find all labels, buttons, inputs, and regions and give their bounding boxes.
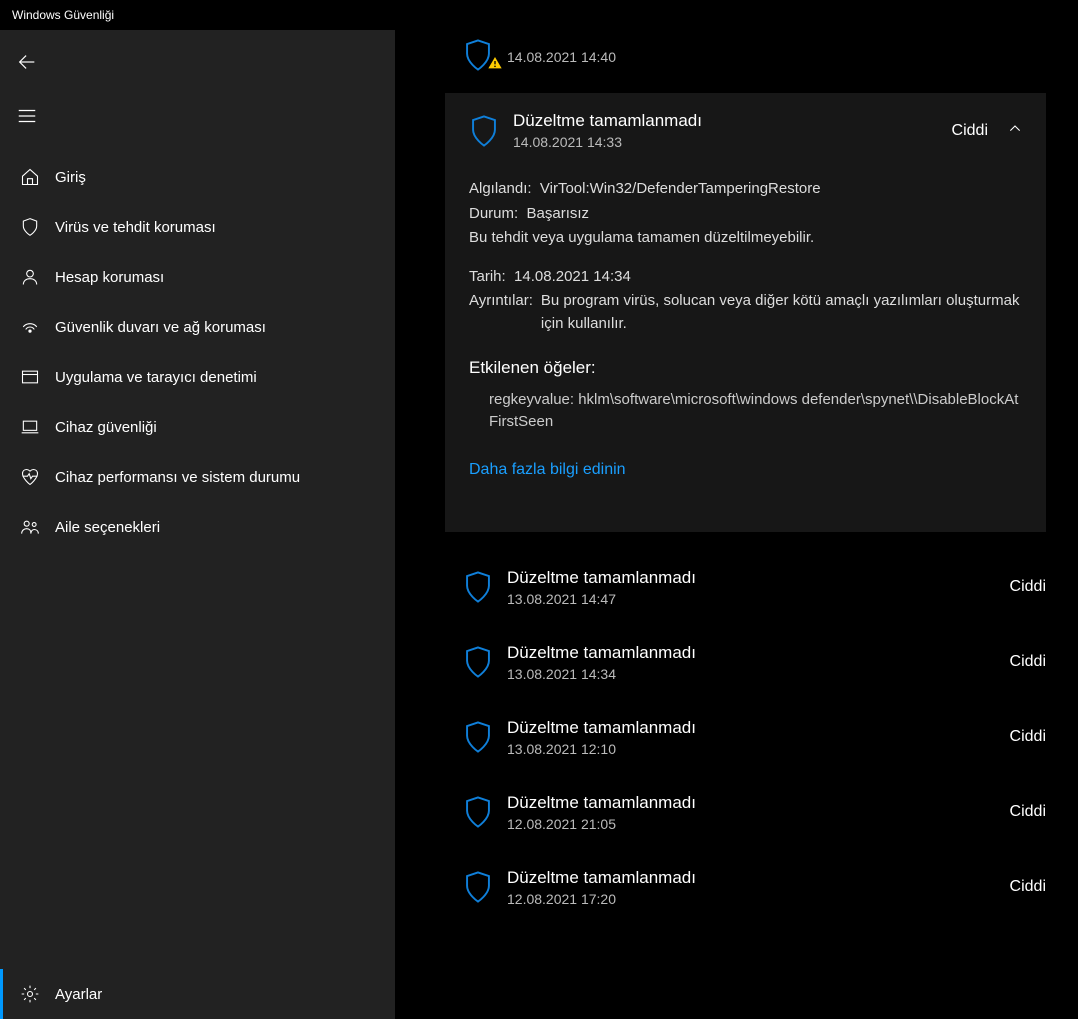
learn-more-link[interactable]: Daha fazla bilgi edinin: [469, 458, 626, 482]
threat-date: 13.08.2021 14:34: [507, 666, 1010, 682]
nav-label: Aile seçenekleri: [55, 519, 160, 536]
status-label: Durum:: [469, 205, 518, 222]
threat-title: Düzeltme tamamlanmadı: [507, 568, 1010, 588]
back-button[interactable]: [3, 40, 51, 88]
window-icon: [15, 367, 45, 387]
threat-date: 12.08.2021 21:05: [507, 816, 1010, 832]
shield-icon: [457, 570, 499, 604]
collapse-button[interactable]: [1006, 120, 1024, 141]
person-icon: [15, 267, 45, 287]
shield-icon: [15, 217, 45, 237]
nav-settings[interactable]: Ayarlar: [0, 969, 395, 1019]
threat-note: Bu tehdit veya uygulama tamamen düzeltil…: [469, 227, 1024, 250]
threat-date: 12.08.2021 17:20: [507, 891, 1010, 907]
threat-expanded-card: Düzeltme tamamlanmadı 14.08.2021 14:33 C…: [445, 93, 1046, 532]
threat-title: Düzeltme tamamlanmadı: [507, 793, 1010, 813]
affected-title: Etkilenen öğeler:: [469, 355, 1024, 381]
threat-severity: Ciddi: [952, 122, 988, 140]
chevron-up-icon: [1007, 120, 1023, 141]
status-value: Başarısız: [527, 205, 590, 222]
shield-warning-icon: [457, 38, 499, 72]
hamburger-button[interactable]: [3, 94, 51, 142]
nav-firewall[interactable]: Güvenlik duvarı ve ağ koruması: [0, 302, 395, 352]
threat-date: 13.08.2021 12:10: [507, 741, 1010, 757]
threat-severity: Ciddi: [1010, 653, 1046, 671]
threat-severity: Ciddi: [1010, 878, 1046, 896]
detected-value: VirTool:Win32/DefenderTamperingRestore: [540, 180, 821, 197]
nav-device-health[interactable]: Cihaz performansı ve sistem durumu: [0, 452, 395, 502]
threat-row[interactable]: Düzeltme tamamlanmadı 13.08.2021 12:10Cid…: [445, 700, 1046, 775]
detected-label: Algılandı:: [469, 180, 532, 197]
threat-row[interactable]: Düzeltme tamamlanmadı 12.08.2021 17:20Cid…: [445, 850, 1046, 925]
threat-severity: Ciddi: [1010, 803, 1046, 821]
nav-list: Giriş Virüs ve tehdit koruması Hesap kor…: [0, 152, 395, 552]
threat-row[interactable]: Düzeltme tamamlanmadı 13.08.2021 14:34Cid…: [445, 625, 1046, 700]
threat-severity: Ciddi: [1010, 578, 1046, 596]
nav-label: Cihaz güvenliği: [55, 419, 157, 436]
threat-severity: Ciddi: [1010, 728, 1046, 746]
threat-title: Düzeltme tamamlanmadı: [507, 643, 1010, 663]
shield-icon: [457, 870, 499, 904]
hamburger-icon: [16, 105, 38, 132]
laptop-icon: [15, 417, 45, 437]
shield-icon: [457, 720, 499, 754]
window-title: Windows Güvenliği: [12, 8, 114, 22]
shield-icon: [457, 795, 499, 829]
nav-device-security[interactable]: Cihaz güvenliği: [0, 402, 395, 452]
threat-row[interactable]: Düzeltme tamamlanmadı 13.08.2021 14:47Cid…: [445, 550, 1046, 625]
gear-icon: [15, 984, 45, 1004]
threat-date: 14.08.2021 14:40: [507, 49, 1046, 65]
nav-label: Cihaz performansı ve sistem durumu: [55, 469, 300, 486]
arrow-left-icon: [16, 51, 38, 78]
shield-icon: [457, 645, 499, 679]
threat-title: Düzeltme tamamlanmadı: [507, 868, 1010, 888]
nav-app-browser[interactable]: Uygulama ve tarayıcı denetimi: [0, 352, 395, 402]
threat-date: 14.08.2021 14:33: [513, 134, 952, 150]
threat-title: Düzeltme tamamlanmadı: [507, 718, 1010, 738]
nav-label: Güvenlik duvarı ve ağ koruması: [55, 319, 266, 336]
nav-label: Uygulama ve tarayıcı denetimi: [55, 369, 257, 386]
date2-value: 14.08.2021 14:34: [514, 268, 631, 285]
home-icon: [15, 167, 45, 187]
nav-home[interactable]: Giriş: [0, 152, 395, 202]
nav-family-options[interactable]: Aile seçenekleri: [0, 502, 395, 552]
threat-row-partial[interactable]: 14.08.2021 14:40: [445, 30, 1046, 88]
details-label: Ayrıntılar:: [469, 290, 533, 335]
nav-label: Virüs ve tehdit koruması: [55, 219, 216, 236]
threat-list: Düzeltme tamamlanmadı13.08.2021 14:47Cid…: [445, 550, 1046, 925]
threat-title: Düzeltme tamamlanmadı: [513, 111, 952, 131]
content-area: 14.08.2021 14:40 Düzeltme tamamlanmadı 1…: [395, 30, 1078, 1019]
nav-account-protection[interactable]: Hesap koruması: [0, 252, 395, 302]
threat-row[interactable]: Düzeltme tamamlanmadı 12.08.2021 21:05Cid…: [445, 775, 1046, 850]
nav-label: Hesap koruması: [55, 269, 164, 286]
window-titlebar: Windows Güvenliği: [0, 0, 1078, 30]
settings-label: Ayarlar: [55, 986, 102, 1003]
threat-date: 13.08.2021 14:47: [507, 591, 1010, 607]
date2-label: Tarih:: [469, 268, 506, 285]
nav-virus-protection[interactable]: Virüs ve tehdit koruması: [0, 202, 395, 252]
heart-icon: [15, 467, 45, 487]
network-icon: [15, 317, 45, 337]
sidebar: Giriş Virüs ve tehdit koruması Hesap kor…: [0, 30, 395, 1019]
family-icon: [15, 517, 45, 537]
nav-label: Giriş: [55, 169, 86, 186]
shield-icon: [463, 114, 505, 148]
details-value: Bu program virüs, solucan veya diğer köt…: [541, 290, 1024, 335]
affected-value: regkeyvalue: hklm\software\microsoft\win…: [489, 389, 1024, 434]
